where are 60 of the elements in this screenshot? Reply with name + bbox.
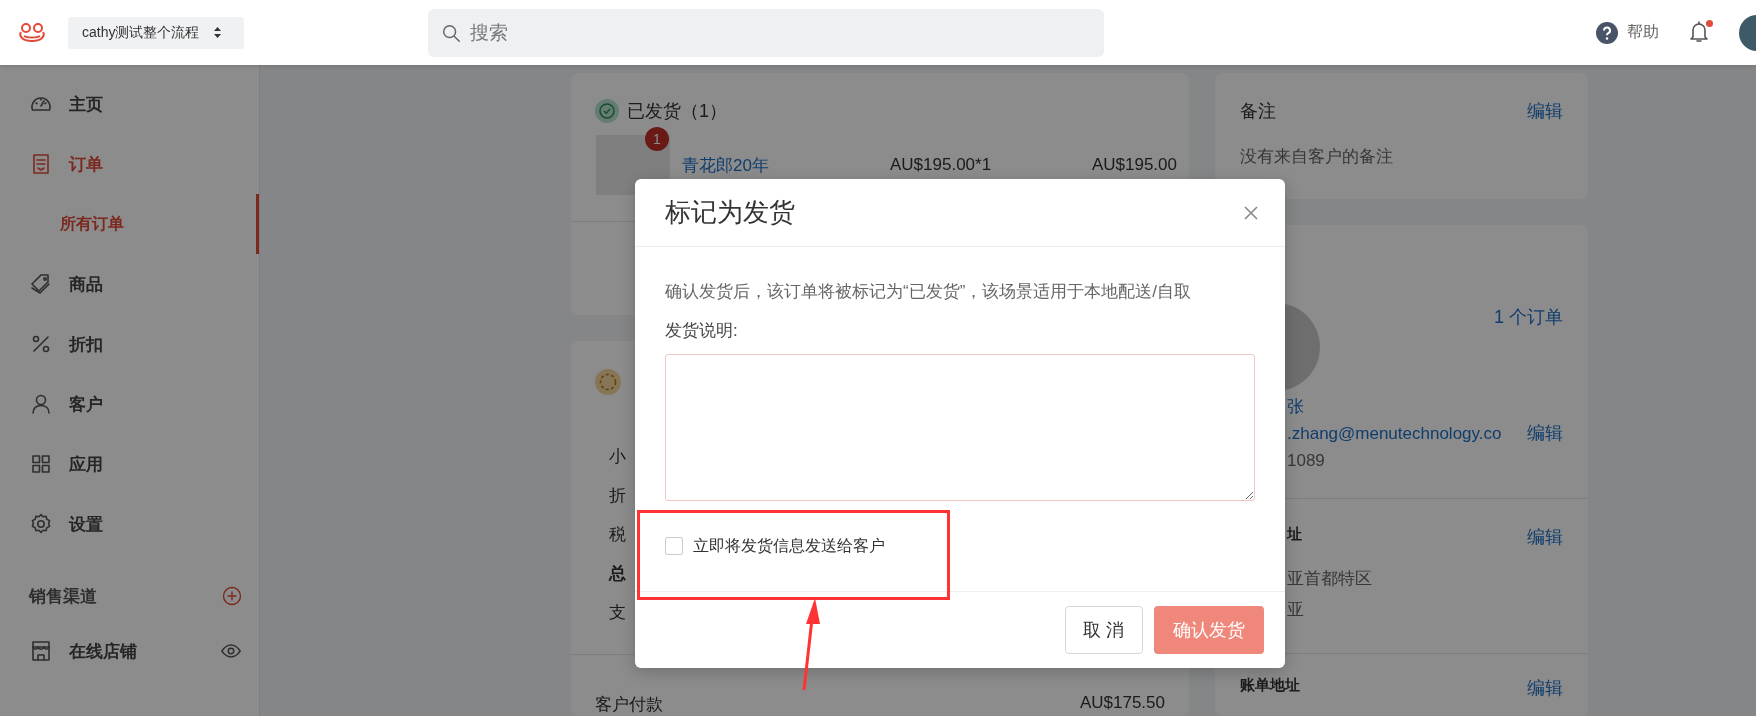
user-icon bbox=[29, 392, 53, 416]
pending-circle-icon bbox=[595, 369, 621, 395]
dialog-description: 确认发货后，该订单将被标记为“已发货”，该场景适用于本地配送/自取 bbox=[665, 281, 1193, 303]
add-circle-icon[interactable] bbox=[222, 586, 242, 606]
address-line: 亚 bbox=[1287, 599, 1305, 621]
customer-name[interactable]: 张 bbox=[1287, 393, 1563, 420]
product-link[interactable]: 青花郎20年 bbox=[682, 153, 890, 177]
settings-icon bbox=[29, 512, 53, 536]
edit-link[interactable]: 编辑 bbox=[1527, 525, 1563, 549]
customer-email[interactable]: .zhang@menutechnology.co bbox=[1287, 420, 1502, 447]
edit-link[interactable]: 编辑 bbox=[1527, 676, 1563, 700]
sidebar-subitem[interactable]: 所有订单 bbox=[0, 194, 259, 254]
section-title: 销售渠道 bbox=[29, 585, 97, 608]
edit-link[interactable]: 编辑 bbox=[1527, 99, 1563, 123]
line-total: AU$195.00 bbox=[1091, 155, 1177, 175]
channel-item[interactable]: 在线店铺 bbox=[0, 621, 259, 681]
sidebar-item[interactable]: 主页 bbox=[0, 74, 259, 134]
sidebar-item[interactable]: 设置 bbox=[0, 494, 259, 554]
tag-icon bbox=[29, 272, 53, 296]
edit-link[interactable]: 编辑 bbox=[1527, 420, 1563, 447]
close-icon[interactable] bbox=[1243, 204, 1259, 221]
card-title: 已发货（1） bbox=[627, 100, 727, 123]
cancel-button[interactable]: 取 消 bbox=[1065, 606, 1143, 654]
help-link[interactable]: 帮助 bbox=[1627, 22, 1659, 43]
payment-row-label: 支 bbox=[609, 602, 626, 624]
help-icon[interactable] bbox=[1595, 20, 1619, 45]
section-title: 账单地址 bbox=[1240, 676, 1300, 695]
sidebar-item[interactable]: 商品 bbox=[0, 254, 259, 314]
checkbox[interactable] bbox=[665, 537, 683, 555]
address-line: 亚首都特区 bbox=[1287, 568, 1373, 590]
storefront-icon bbox=[29, 639, 53, 663]
check-circle-icon bbox=[595, 99, 619, 123]
confirm-button[interactable]: 确认发货 bbox=[1154, 606, 1264, 654]
payment-amount: AU$175.50 bbox=[1079, 693, 1165, 714]
notes-text: 没有来自客户的备注 bbox=[1239, 146, 1394, 168]
payment-row-label: 小 bbox=[609, 446, 626, 468]
unit-price: AU$195.00*1 bbox=[890, 155, 993, 175]
card-title: 备注 bbox=[1240, 100, 1276, 123]
grid-icon bbox=[29, 452, 53, 476]
store-selector[interactable]: cathy测试整个流程 bbox=[68, 16, 245, 49]
sidebar-item[interactable]: 客户 bbox=[0, 374, 259, 434]
customer-phone: 1089 bbox=[1287, 450, 1326, 472]
section-title: 址 bbox=[1287, 525, 1302, 544]
sidebar-item[interactable]: 订单 bbox=[0, 134, 259, 194]
sidebar-item[interactable]: 折扣 bbox=[0, 314, 259, 374]
payment-row-label: 折 bbox=[609, 485, 626, 507]
frog-logo[interactable] bbox=[18, 21, 46, 44]
payment-row-label: 税 bbox=[609, 524, 626, 546]
orders-link[interactable]: 1 个订单 bbox=[1494, 305, 1563, 329]
payment-label: 客户付款 bbox=[595, 694, 663, 716]
checkbox-label[interactable]: 立即将发货信息发送给客户 bbox=[693, 535, 885, 557]
sort-caret-icon bbox=[213, 26, 223, 39]
shipping-notes-field[interactable] bbox=[665, 354, 1255, 501]
field-label: 发货说明: bbox=[665, 320, 739, 342]
payment-row-label: 总 bbox=[609, 563, 626, 585]
sidebar-item[interactable]: 应用 bbox=[0, 434, 259, 494]
search-field[interactable]: 搜索 bbox=[428, 8, 1105, 57]
bell-icon bbox=[1687, 19, 1711, 44]
dialog-title: 标记为发货 bbox=[665, 196, 795, 229]
quantity-badge: 1 bbox=[645, 127, 669, 151]
